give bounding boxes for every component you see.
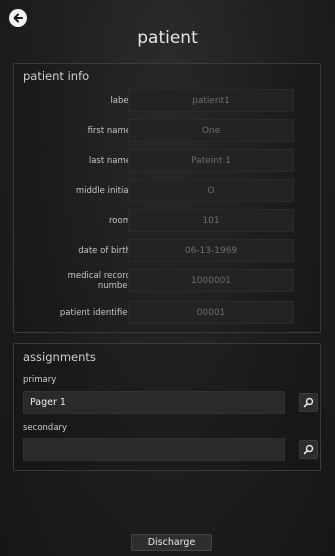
back-button[interactable] <box>9 9 27 27</box>
primary-label: primary <box>23 375 57 385</box>
field-label: first name <box>87 125 131 136</box>
field-row-room: room 101 <box>14 209 320 232</box>
secondary-label: secondary <box>23 423 68 433</box>
field-row-label: label patient1 <box>14 89 320 112</box>
page-title: patient <box>137 28 198 48</box>
label-input[interactable]: patient1 <box>128 89 294 112</box>
primary-assignment-field[interactable]: Pager 1 <box>23 391 285 414</box>
patient-info-panel: patient info label patient1 first name O… <box>13 63 321 333</box>
field-label: medical record number <box>67 270 131 291</box>
patient-info-title: patient info <box>23 69 90 83</box>
field-label: room <box>109 215 131 226</box>
secondary-search-button[interactable] <box>299 440 318 459</box>
assignments-title: assignments <box>23 350 96 364</box>
medical-record-number-input[interactable]: 1000001 <box>128 269 294 292</box>
field-label: middle initial <box>75 185 131 196</box>
secondary-assignment-field[interactable] <box>23 438 285 461</box>
field-row-patient-identifier: patient identifier 00001 <box>14 301 320 324</box>
date-of-birth-input[interactable]: 06-13-1969 <box>128 239 294 262</box>
room-input[interactable]: 101 <box>128 209 294 232</box>
assignments-panel: assignments primary Pager 1 secondary <box>13 343 321 471</box>
field-row-date-of-birth: date of birth 06-13-1969 <box>14 239 320 262</box>
patient-identifier-input[interactable]: 00001 <box>128 301 294 324</box>
search-icon <box>303 397 314 408</box>
field-row-first-name: first name One <box>14 119 320 142</box>
first-name-input[interactable]: One <box>128 119 294 142</box>
primary-search-button[interactable] <box>299 393 318 412</box>
field-label: patient identifier <box>59 307 131 318</box>
field-label: label <box>110 95 131 106</box>
field-label: date of birth <box>78 245 131 256</box>
search-icon <box>303 444 314 455</box>
field-row-medical-record-number: medical record number 1000001 <box>14 269 320 292</box>
field-row-last-name: last name Pateint 1 <box>14 149 320 172</box>
middle-initial-input[interactable]: O <box>128 179 294 202</box>
discharge-button[interactable]: Discharge <box>131 534 212 551</box>
field-label: last name <box>88 155 131 166</box>
field-row-middle-initial: middle initial O <box>14 179 320 202</box>
back-arrow-icon <box>13 13 23 23</box>
last-name-input[interactable]: Pateint 1 <box>128 149 294 172</box>
